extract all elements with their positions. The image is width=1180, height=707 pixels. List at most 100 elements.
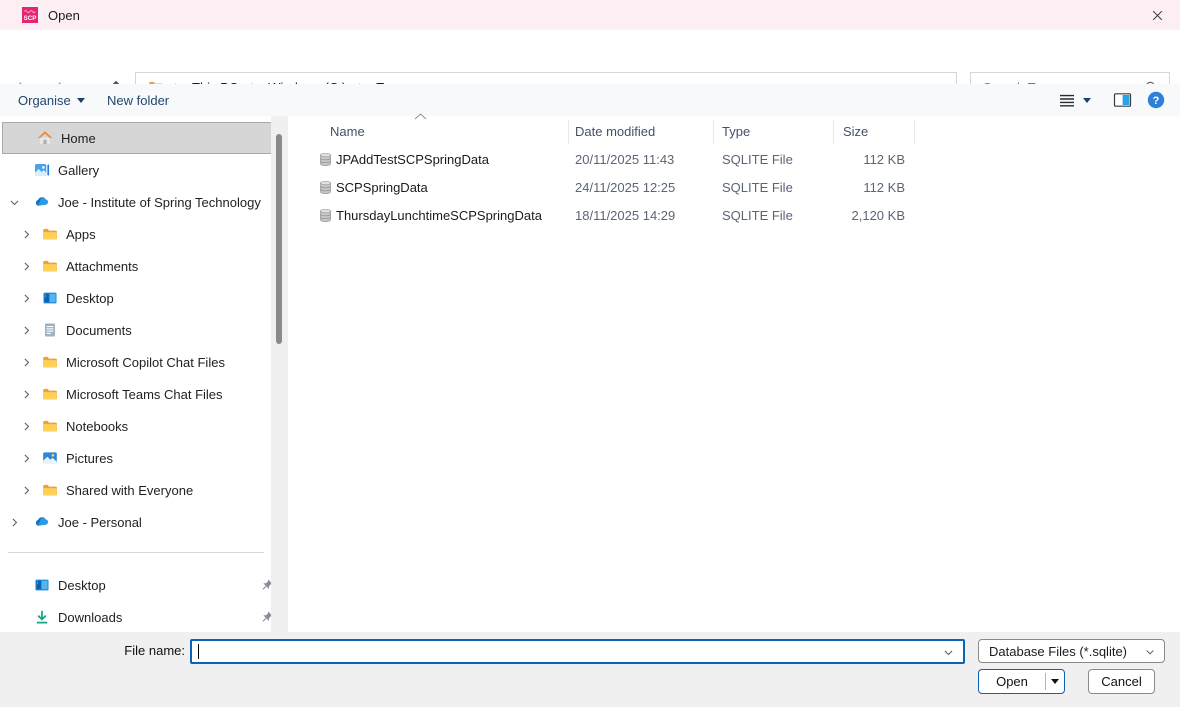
file-date-modified: 20/11/2025 11:43: [575, 152, 674, 167]
sidebar-item-attachments[interactable]: Attachments: [0, 250, 272, 282]
sidebar-item-label: Joe - Institute of Spring Technology: [58, 195, 261, 210]
organise-label: Organise: [18, 93, 71, 108]
column-header-size[interactable]: Size: [843, 116, 868, 146]
navigation-bar: This PCWindows (C:)Temp: [0, 30, 1180, 84]
sidebar-item-label: Attachments: [66, 259, 138, 274]
column-separator[interactable]: [833, 120, 834, 144]
text-caret: [198, 644, 199, 659]
sidebar-item-home[interactable]: Home: [2, 122, 277, 154]
desktop-icon: [42, 290, 58, 306]
sidebar-item-microsoft-teams-chat-files[interactable]: Microsoft Teams Chat Files: [0, 378, 272, 410]
sidebar-item-desktop[interactable]: Desktop: [0, 569, 272, 601]
database-icon: [318, 208, 333, 223]
file-row-scpspringdata[interactable]: SCPSpringData24/11/2025 12:25SQLITE File…: [288, 174, 1180, 202]
open-button[interactable]: Open: [978, 669, 1065, 694]
file-type-dropdown[interactable]: Database Files (*.sqlite): [978, 639, 1165, 663]
chevron-right-icon[interactable]: [20, 484, 33, 497]
sidebar-item-label: Desktop: [58, 578, 106, 593]
sidebar-item-label: Notebooks: [66, 419, 128, 434]
sidebar-item-apps[interactable]: Apps: [0, 218, 272, 250]
sidebar-item-label: Pictures: [66, 451, 113, 466]
organise-button[interactable]: Organise: [18, 84, 85, 116]
chevron-right-icon[interactable]: [20, 324, 33, 337]
chevron-right-icon[interactable]: [20, 260, 33, 273]
column-header-row: Name Date modified Type Size: [288, 116, 1180, 146]
close-button[interactable]: [1134, 0, 1180, 30]
file-size: 112 KB: [788, 152, 905, 167]
home-icon: [37, 130, 53, 146]
app-icon: SCP: [22, 7, 38, 23]
sidebar-item-joe-institute-of-spring-technology[interactable]: Joe - Institute of Spring Technology: [0, 186, 272, 218]
sidebar-item-label: Microsoft Copilot Chat Files: [66, 355, 225, 370]
file-name-combobox: [190, 639, 965, 664]
chevron-right-icon[interactable]: [20, 228, 33, 241]
chevron-right-icon[interactable]: [20, 420, 33, 433]
sidebar-item-shared-with-everyone[interactable]: Shared with Everyone: [0, 474, 272, 506]
sidebar-divider: [8, 552, 264, 553]
gallery-icon: [34, 162, 50, 178]
column-header-type[interactable]: Type: [722, 116, 750, 146]
folder-icon: [42, 354, 58, 370]
svg-text:?: ?: [1153, 95, 1160, 107]
sidebar-item-microsoft-copilot-chat-files[interactable]: Microsoft Copilot Chat Files: [0, 346, 272, 378]
preview-pane-button[interactable]: [1113, 84, 1132, 116]
sidebar-item-downloads[interactable]: Downloads: [0, 601, 272, 632]
database-icon: [318, 180, 333, 195]
file-row-jpaddtestscpspringdata[interactable]: JPAddTestSCPSpringData20/11/2025 11:43SQ…: [288, 146, 1180, 174]
column-header-name[interactable]: Name: [330, 116, 365, 146]
file-size: 2,120 KB: [788, 208, 905, 223]
onedrive-cloud-icon: [34, 514, 50, 530]
chevron-right-icon[interactable]: [20, 388, 33, 401]
cancel-button[interactable]: Cancel: [1088, 669, 1155, 694]
sidebar-item-joe-personal[interactable]: Joe - Personal: [0, 506, 272, 538]
folder-icon: [42, 226, 58, 242]
file-row-thursdaylunchtimescpspringdata[interactable]: ThursdayLunchtimeSCPSpringData18/11/2025…: [288, 202, 1180, 230]
window-title: Open: [48, 8, 80, 23]
chevron-down-icon: [1083, 98, 1091, 103]
column-separator[interactable]: [568, 120, 569, 144]
help-icon: ?: [1147, 91, 1165, 109]
sidebar-item-pictures[interactable]: Pictures: [0, 442, 272, 474]
sidebar-item-label: Gallery: [58, 163, 99, 178]
navigation-pane: Home Gallery Joe - Institute of Spring Tec…: [0, 116, 288, 632]
folder-icon: [42, 386, 58, 402]
new-folder-label: New folder: [107, 93, 169, 108]
desktop-icon: [34, 577, 50, 593]
chevron-right-icon[interactable]: [8, 516, 21, 529]
preview-pane-icon: [1113, 92, 1132, 108]
folder-icon: [42, 258, 58, 274]
file-date-modified: 24/11/2025 12:25: [575, 180, 675, 195]
title-bar: SCP Open: [0, 0, 1180, 30]
chevron-down-icon[interactable]: [8, 196, 21, 209]
file-name: SCPSpringData: [336, 180, 428, 195]
main-area: Home Gallery Joe - Institute of Spring Tec…: [0, 116, 1180, 632]
column-separator[interactable]: [914, 120, 915, 144]
document-icon: [42, 322, 58, 338]
folder-icon: [42, 418, 58, 434]
file-name-input[interactable]: [198, 641, 928, 662]
chevron-down-icon[interactable]: [942, 646, 955, 659]
sort-up-icon: [414, 113, 427, 120]
views-button[interactable]: [1058, 84, 1091, 116]
sidebar-scrollbar[interactable]: [271, 116, 288, 632]
chevron-right-icon[interactable]: [20, 452, 33, 465]
chevron-right-icon[interactable]: [20, 292, 33, 305]
sidebar-scrollbar-thumb[interactable]: [276, 134, 282, 344]
column-header-date-modified[interactable]: Date modified: [575, 116, 655, 146]
file-name: JPAddTestSCPSpringData: [336, 152, 489, 167]
help-button[interactable]: ?: [1147, 84, 1165, 116]
sidebar-item-documents[interactable]: Documents: [0, 314, 272, 346]
sidebar-item-label: Microsoft Teams Chat Files: [66, 387, 223, 402]
sidebar-item-desktop[interactable]: Desktop: [0, 282, 272, 314]
column-separator[interactable]: [713, 120, 714, 144]
new-folder-button[interactable]: New folder: [107, 84, 169, 116]
sidebar-item-notebooks[interactable]: Notebooks: [0, 410, 272, 442]
sidebar-item-gallery[interactable]: Gallery: [0, 154, 272, 186]
chevron-right-icon[interactable]: [20, 356, 33, 369]
sidebar-item-label: Documents: [66, 323, 132, 338]
open-split-dropdown-icon[interactable]: [1051, 679, 1059, 684]
cancel-button-label: Cancel: [1101, 674, 1141, 689]
sidebar-item-label: Downloads: [58, 610, 122, 625]
folder-icon: [42, 482, 58, 498]
open-file-dialog: SCP Open This PCWindows (C:)Temp Organis…: [0, 0, 1180, 707]
